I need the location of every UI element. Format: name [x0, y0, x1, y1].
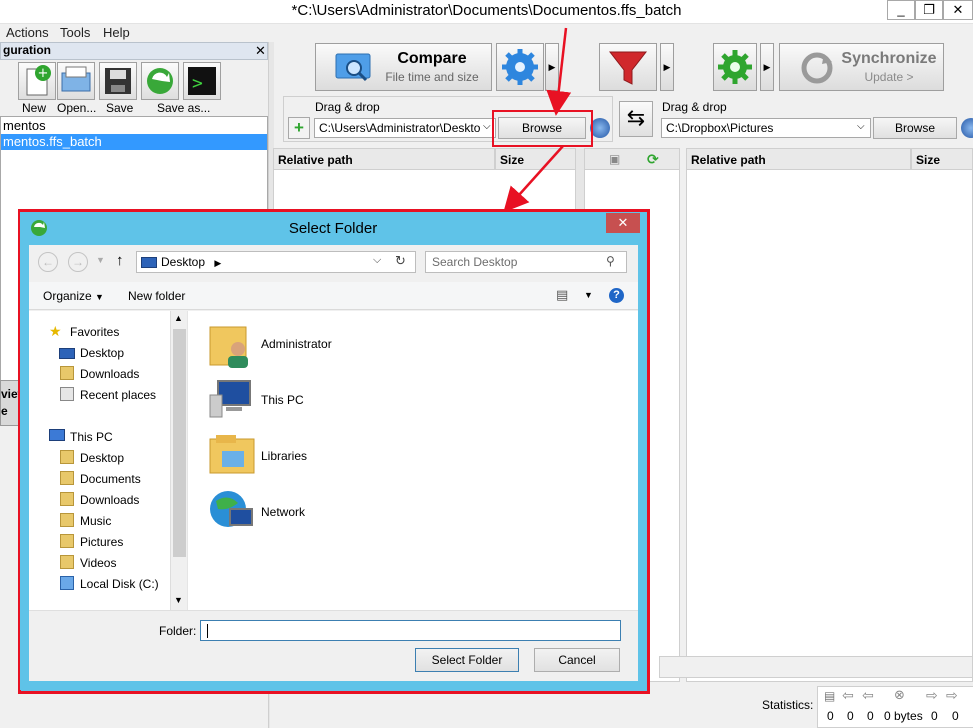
file-item-this-pc[interactable]: This PC	[261, 393, 304, 407]
scroll-thumb[interactable]	[173, 329, 186, 557]
nav-pc-videos[interactable]: Videos	[80, 556, 116, 570]
pictures-folder-icon	[60, 534, 74, 548]
refresh-icon[interactable]: ↻	[395, 253, 406, 269]
music-folder-icon	[60, 513, 74, 527]
search-box[interactable]: Search Desktop ⚲	[425, 251, 627, 273]
scroll-up-icon[interactable]: ▲	[174, 313, 183, 323]
network-icon	[210, 491, 253, 527]
nav-pc-desktop[interactable]: Desktop	[80, 451, 124, 465]
forward-button[interactable]: →	[68, 252, 88, 272]
address-text: Desktop	[161, 255, 206, 269]
back-button[interactable]: ←	[38, 252, 58, 272]
user-folder-icon	[209, 326, 248, 368]
nav-pc-downloads[interactable]: Downloads	[80, 493, 139, 507]
annotation-arrow-1	[546, 27, 572, 116]
search-icon[interactable]: ⚲	[606, 254, 615, 268]
view-dropdown-icon[interactable]: ▼	[584, 290, 593, 300]
navigation-scrollbar[interactable]: ▲ ▼	[170, 311, 187, 610]
libraries-icon	[209, 435, 255, 474]
favorites-star-icon: ★	[49, 323, 62, 339]
file-item-libraries[interactable]: Libraries	[261, 449, 307, 463]
breadcrumb-arrow-icon[interactable]: ▶	[214, 258, 221, 268]
folder-name-input[interactable]	[200, 620, 621, 641]
annotation-arrow-2	[503, 145, 564, 213]
file-item-administrator[interactable]: Administrator	[261, 337, 332, 351]
view-options-icon[interactable]: ▤	[556, 287, 568, 303]
nav-fav-downloads[interactable]: Downloads	[80, 367, 139, 381]
organize-menu[interactable]: Organize ▼	[43, 289, 104, 303]
up-one-level-button[interactable]: ↑	[116, 252, 124, 269]
folder-icon	[60, 471, 74, 485]
nav-fav-desktop[interactable]: Desktop	[80, 346, 124, 360]
nav-favorites[interactable]: Favorites	[70, 325, 119, 339]
nav-this-pc[interactable]: This PC	[70, 430, 113, 444]
nav-pc-documents[interactable]: Documents	[80, 472, 141, 486]
folder-icon	[60, 492, 74, 506]
organize-label: Organize	[43, 289, 92, 303]
nav-pc-local-disk[interactable]: Local Disk (C:)	[80, 577, 159, 591]
dialog-title: Select Folder	[288, 220, 378, 237]
help-icon[interactable]: ?	[609, 288, 624, 303]
desktop-icon	[59, 348, 75, 359]
text-cursor	[207, 624, 208, 638]
dialog-close-button[interactable]: ✕	[606, 213, 640, 233]
recent-locations-dropdown[interactable]: ▼	[96, 255, 105, 265]
cancel-button[interactable]: Cancel	[534, 648, 620, 672]
search-placeholder: Search Desktop	[432, 255, 518, 269]
nav-pc-pictures[interactable]: Pictures	[80, 535, 123, 549]
new-folder-button[interactable]: New folder	[128, 289, 185, 303]
address-dropdown-icon[interactable]: ⌵	[373, 254, 381, 267]
folder-icon	[60, 450, 74, 464]
file-item-network[interactable]: Network	[261, 505, 305, 519]
this-pc-icon	[49, 429, 65, 441]
scroll-down-icon[interactable]: ▼	[174, 595, 183, 605]
navigation-pane: ★ Favorites Desktop Downloads Recent pla…	[29, 311, 187, 610]
recent-places-icon	[60, 387, 74, 401]
downloads-folder-icon	[60, 366, 74, 380]
folder-label: Folder:	[159, 624, 197, 638]
address-bar[interactable]: Desktop ▶ ⌵ ↻	[136, 251, 416, 273]
nav-pc-music[interactable]: Music	[80, 514, 111, 528]
dialog-command-bar: Organize ▼ New folder ▤ ▼ ?	[29, 282, 638, 310]
select-folder-button[interactable]: Select Folder	[415, 648, 519, 672]
dialog-app-icon	[31, 220, 47, 236]
videos-folder-icon	[60, 555, 74, 569]
local-disk-icon	[60, 576, 74, 590]
computer-icon	[209, 380, 251, 418]
file-list-pane: Administrator This PC Libraries Network	[187, 311, 638, 610]
desktop-icon	[141, 257, 157, 268]
nav-fav-recent-places[interactable]: Recent places	[80, 388, 156, 402]
organize-dropdown-icon: ▼	[95, 292, 104, 302]
